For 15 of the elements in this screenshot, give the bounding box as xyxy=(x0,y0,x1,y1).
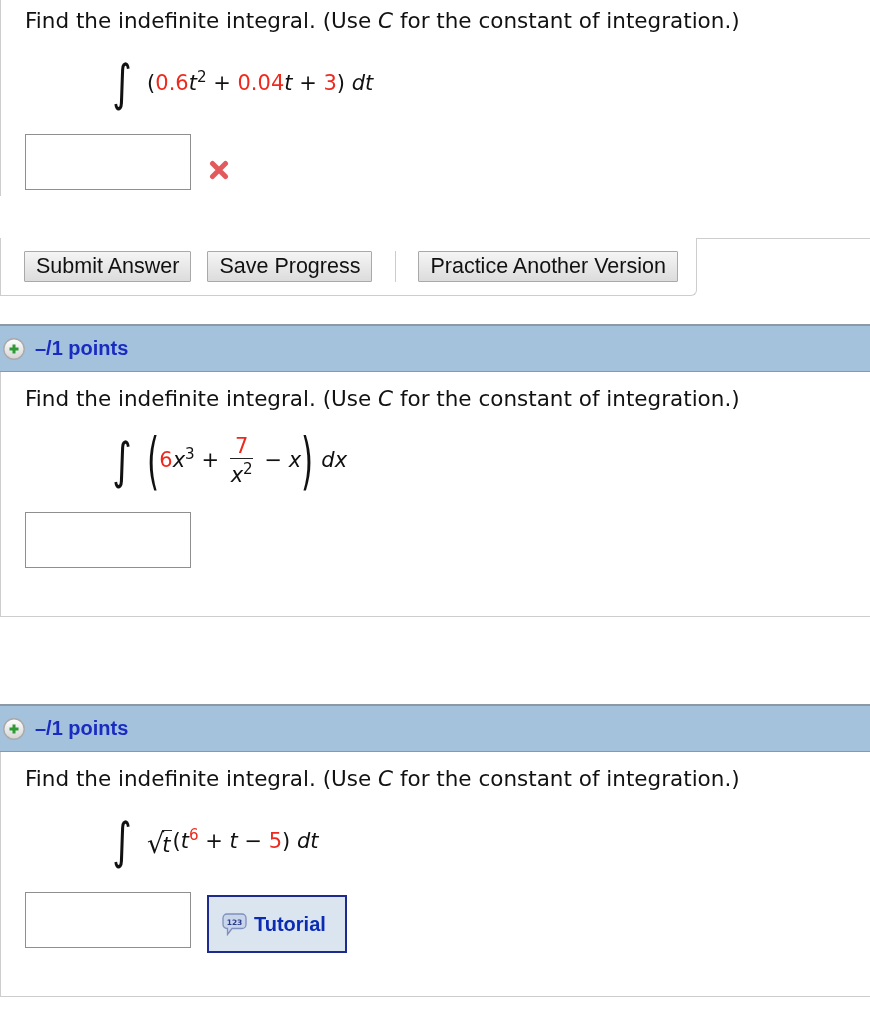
question-text: Find the indefinite integral. (Use C for the constant of integration.) xyxy=(25,8,741,33)
practice-button[interactable]: Practice Another Version xyxy=(418,251,678,282)
question-text: Find the indefinite integral. (Use C for the constant of integration.) xyxy=(25,766,741,791)
points-label: –/1 points xyxy=(35,337,129,360)
plus-icon[interactable] xyxy=(3,337,25,360)
integral-expression: ∫ √t(t$^{6}$ + t − 5) dt xyxy=(111,811,319,872)
question-text: Find the indefinite integral. (Use C for the constant of integration.) xyxy=(25,386,741,411)
action-button[interactable]: Save Progress xyxy=(207,251,373,282)
plus-icon[interactable] xyxy=(3,717,25,740)
answer-field[interactable] xyxy=(25,134,191,190)
answer-field[interactable] xyxy=(25,512,191,568)
integral-expression: ∫ (0.6t$^{2}$ + 0.04t + 3) dt xyxy=(111,53,374,114)
points-label: –/1 points xyxy=(35,717,129,740)
action-button[interactable]: Submit Answer xyxy=(24,251,192,282)
answer-field[interactable] xyxy=(25,892,191,948)
